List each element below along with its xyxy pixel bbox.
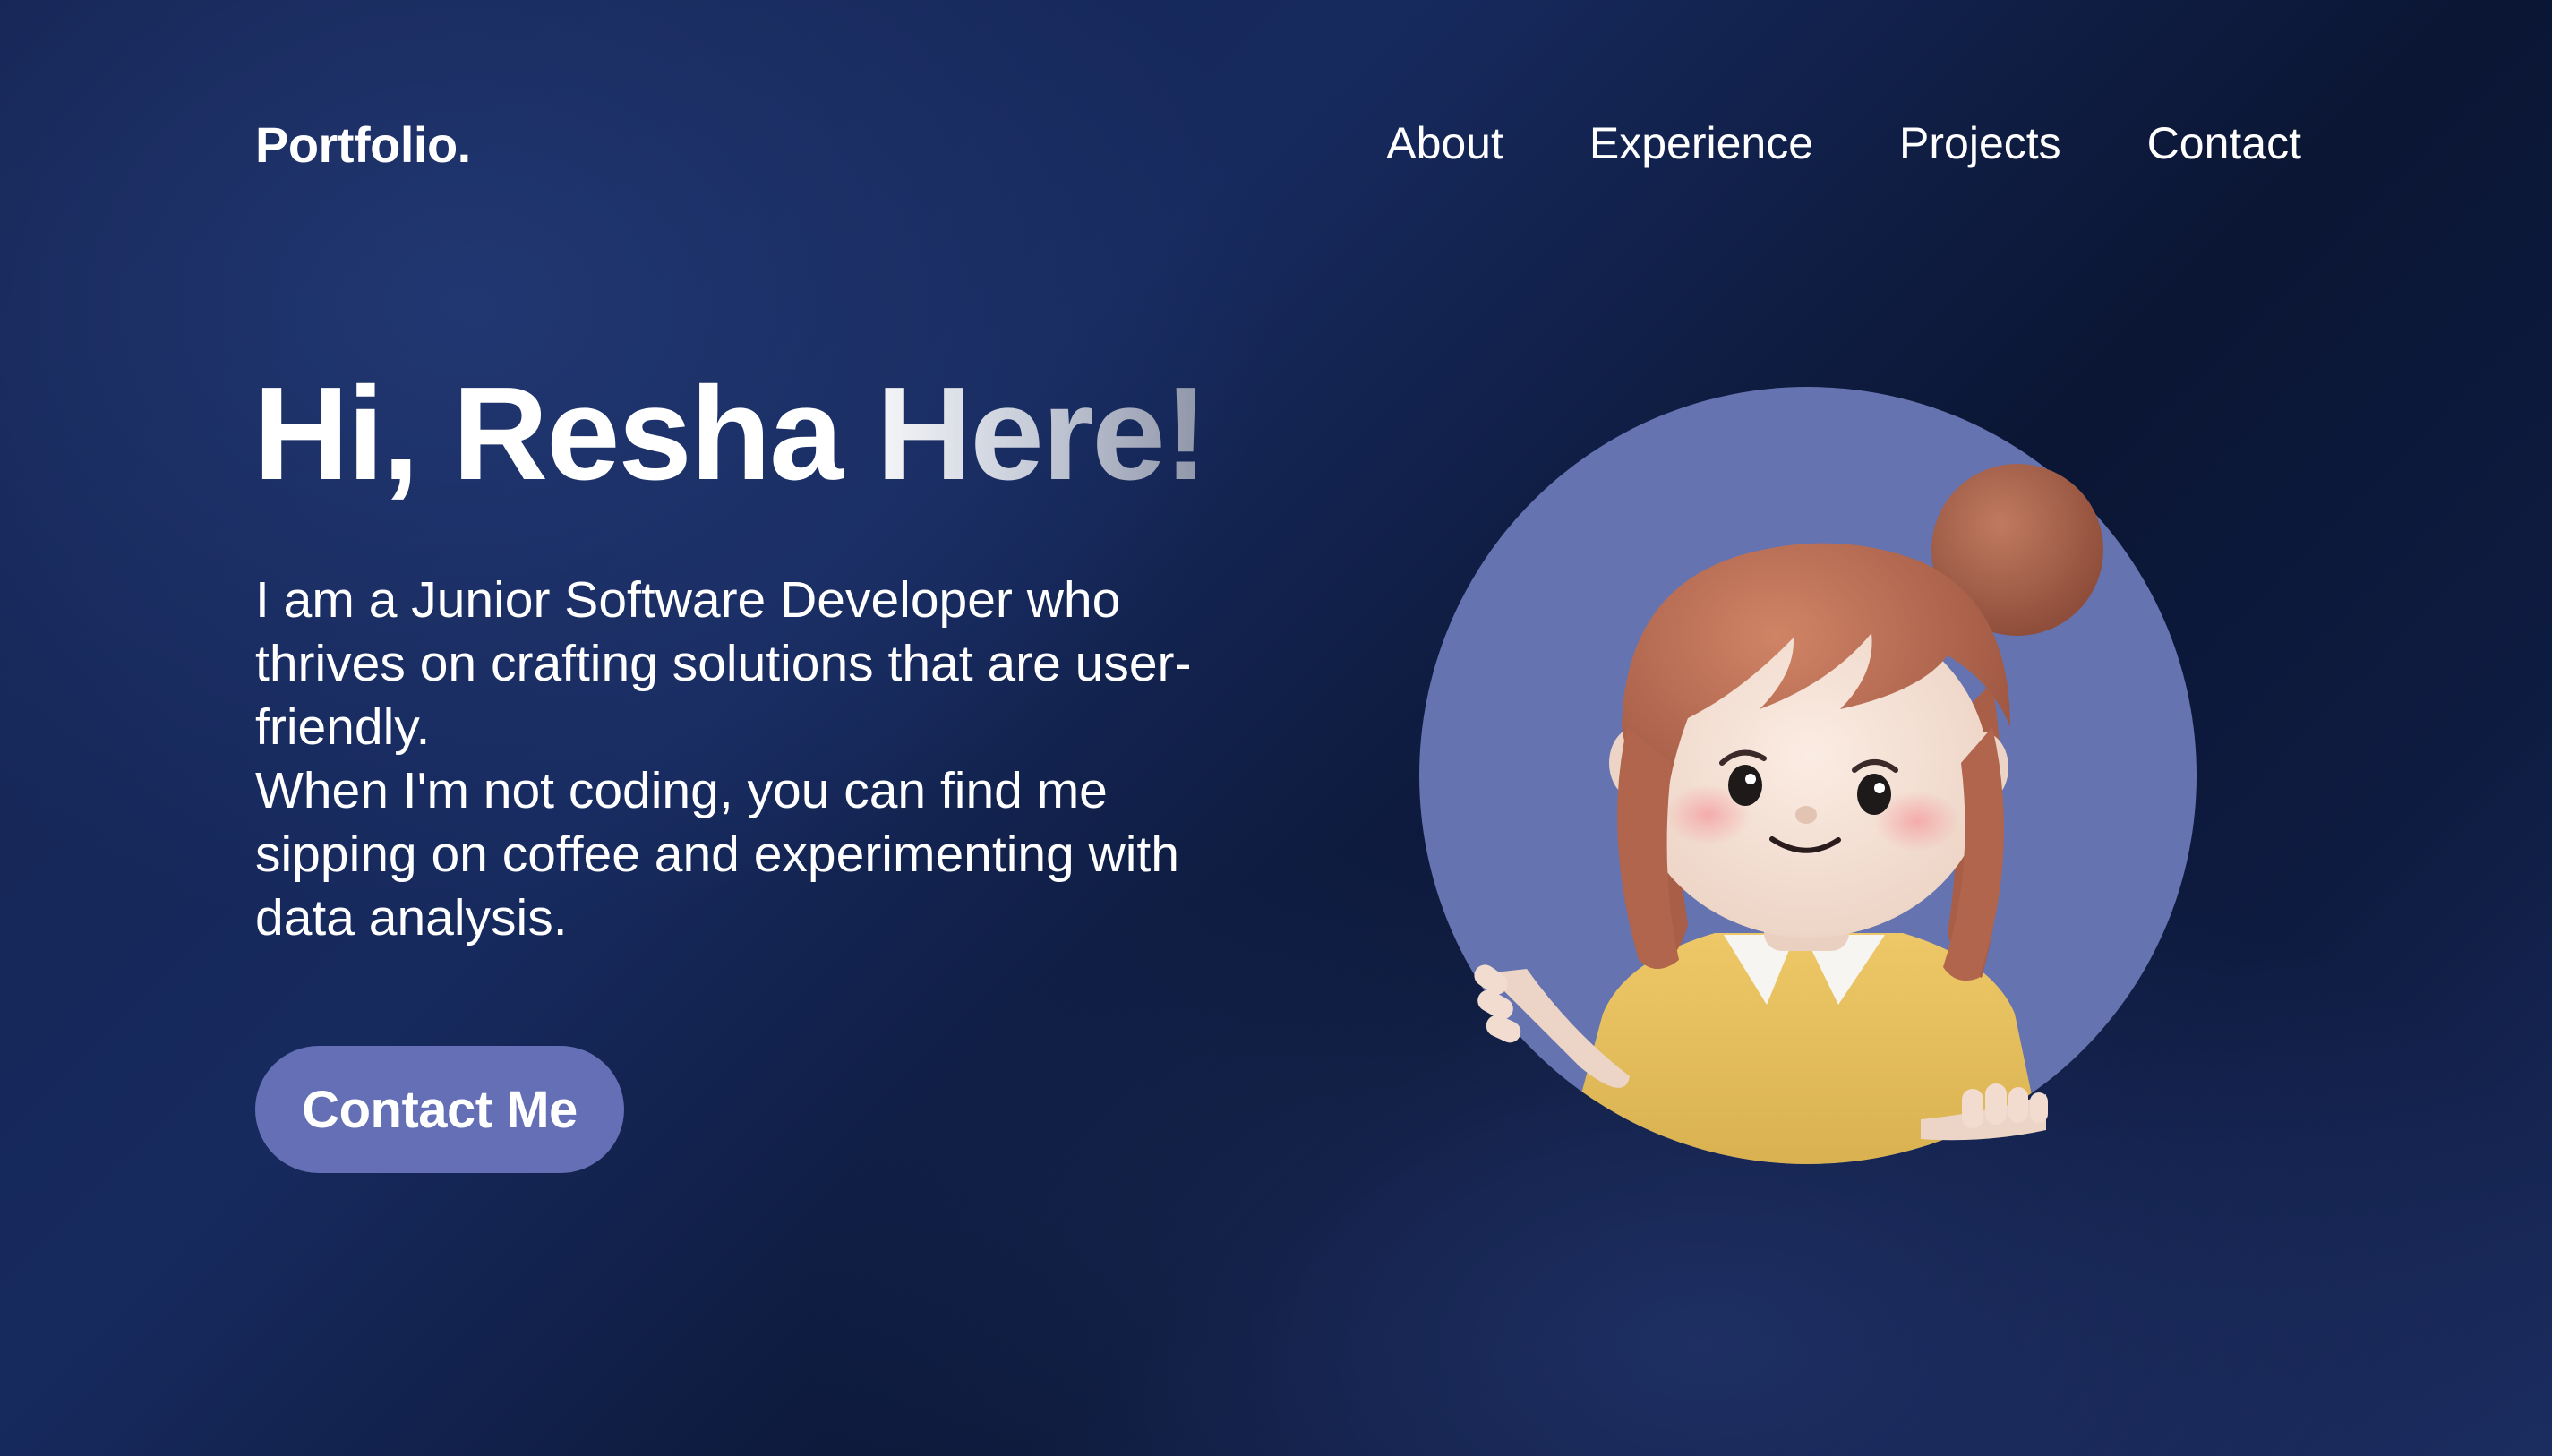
nav-link-experience[interactable]: Experience	[1589, 113, 1813, 174]
nav-link-projects[interactable]: Projects	[1899, 113, 2061, 174]
hero-description-line-2: When I'm not coding, you can find me sip…	[255, 762, 1179, 946]
avatar-girl-image	[1419, 387, 2197, 1164]
nav-link-contact[interactable]: Contact	[2147, 113, 2301, 174]
hero-description-line-1: I am a Junior Software Developer who thr…	[255, 571, 1192, 756]
hero-description: I am a Junior Software Developer who thr…	[255, 569, 1276, 950]
nav-links: About Experience Projects Contact	[1361, 113, 2301, 174]
nav-link-about[interactable]: About	[1386, 113, 1503, 174]
navbar: Portfolio. About Experience Projects Con…	[0, 0, 2552, 295]
hero-title: Hi, Resha Here!	[253, 354, 1208, 515]
avatar-illustration	[1419, 387, 2197, 1164]
contact-me-button[interactable]: Contact Me	[255, 1046, 624, 1173]
brand-logo[interactable]: Portfolio.	[255, 115, 471, 176]
